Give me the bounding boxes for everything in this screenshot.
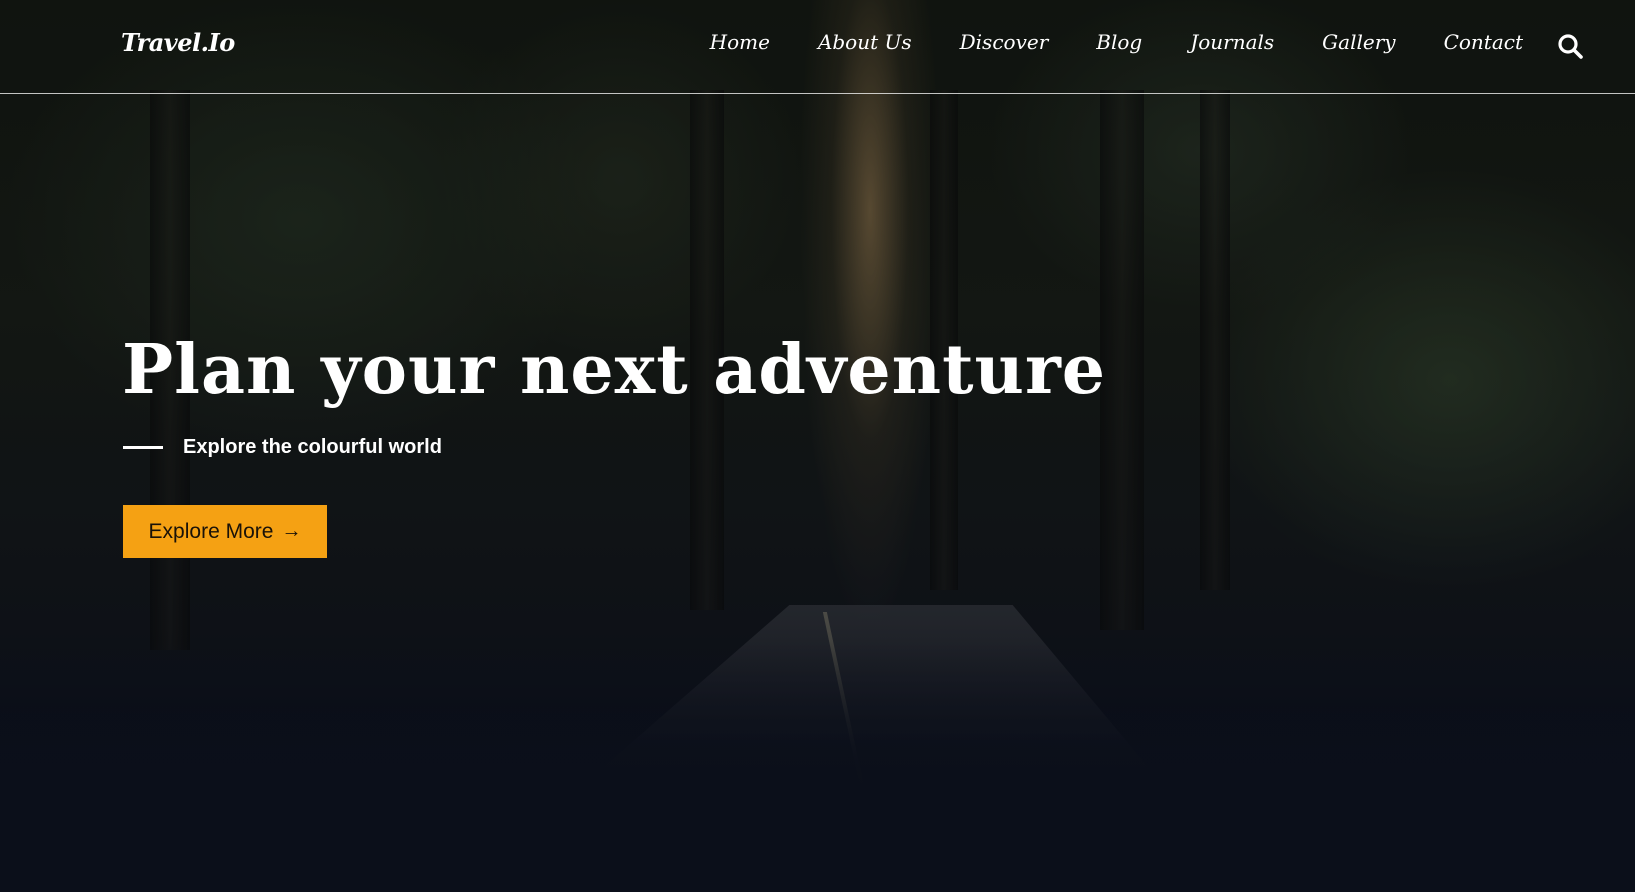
nav-item-journals[interactable]: Journals: [1190, 30, 1274, 54]
nav-item-gallery[interactable]: Gallery: [1322, 30, 1395, 54]
tagline-dash: [123, 446, 163, 449]
site-header: Travel.Io Home About Us Discover Blog Jo…: [0, 0, 1635, 94]
nav-item-discover[interactable]: Discover: [960, 30, 1049, 54]
nav-item-home[interactable]: Home: [710, 30, 770, 54]
search-icon[interactable]: [1557, 33, 1583, 59]
nav-item-blog[interactable]: Blog: [1096, 30, 1142, 54]
nav-item-about-us[interactable]: About Us: [818, 30, 912, 54]
hero-tagline: Explore the colourful world: [183, 436, 442, 458]
main-nav: Home About Us Discover Blog Journals Gal…: [710, 30, 1523, 54]
nav-item-contact[interactable]: Contact: [1444, 30, 1523, 54]
explore-more-button[interactable]: Explore More →: [123, 505, 327, 558]
hero-headline: Plan your next adventure: [122, 330, 1107, 410]
explore-more-label: Explore More: [148, 519, 274, 543]
site-logo[interactable]: Travel.Io: [121, 28, 235, 57]
arrow-right-icon: →: [281, 520, 302, 542]
hero-tagline-row: Explore the colourful world: [123, 436, 442, 459]
